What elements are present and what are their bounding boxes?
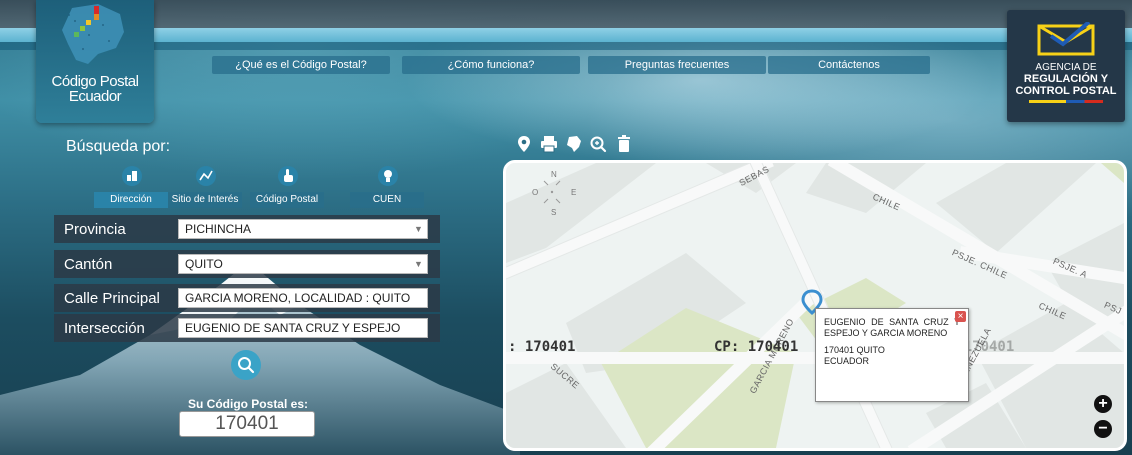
cp-label: : 170401 <box>508 339 576 355</box>
search-icon <box>238 357 255 374</box>
top-stripe <box>0 28 1132 42</box>
interseccion-label: Intersección <box>64 320 145 337</box>
tab-direccion[interactable]: Dirección <box>94 164 168 208</box>
logo-line2: Ecuador <box>68 88 122 105</box>
search-button[interactable] <box>231 350 261 380</box>
region-icon[interactable] <box>564 134 584 154</box>
compass-n: N <box>551 170 557 179</box>
tab-label: Código Postal <box>250 192 324 208</box>
nav-como-funciona[interactable]: ¿Cómo funciona? <box>402 56 580 74</box>
postal-code-result: 170401 <box>179 411 315 437</box>
hand-pointer-icon <box>278 166 298 186</box>
logo-line1: Código Postal <box>51 73 139 90</box>
zoom-search-icon[interactable] <box>588 134 608 154</box>
agency-line3: CONTROL POSTAL <box>1015 85 1117 97</box>
field-provincia: Provincia PICHINCHA ▼ <box>54 215 440 243</box>
field-canton: Cantón QUITO ▼ <box>54 250 440 278</box>
tab-label: Dirección <box>94 192 168 208</box>
tab-codigo-postal[interactable]: Código Postal <box>250 164 324 208</box>
tab-sitio-interes[interactable]: Sitio de Interés <box>168 164 242 208</box>
top-bar <box>0 0 1132 28</box>
popup-country: ECUADOR <box>824 356 870 366</box>
popup-address: EUGENIO DE SANTA CRUZ Y ESPEJO Y GARCIA … <box>824 317 960 338</box>
compass-e: E <box>571 188 576 197</box>
map-base <box>506 163 1124 448</box>
interseccion-input[interactable]: EUGENIO DE SANTA CRUZ Y ESPEJO <box>178 318 428 338</box>
calle-principal-label: Calle Principal <box>64 290 160 307</box>
compass-icon[interactable]: N S E O <box>528 165 578 217</box>
provincia-label: Provincia <box>64 221 126 238</box>
compass-o: O <box>532 188 538 197</box>
canton-label: Cantón <box>64 256 113 273</box>
building-icon <box>122 166 142 186</box>
nav-que-es[interactable]: ¿Qué es el Código Postal? <box>212 56 390 74</box>
canton-select[interactable]: QUITO <box>178 254 428 274</box>
address-popup: × EUGENIO DE SANTA CRUZ Y ESPEJO Y GARCI… <box>815 308 969 402</box>
nav-contactenos[interactable]: Contáctenos <box>768 56 930 74</box>
lightbulb-icon <box>378 166 398 186</box>
envelope-check-icon <box>1037 22 1095 56</box>
tab-label: CUEN <box>350 192 424 208</box>
agency-logo[interactable]: AGENCIA DE REGULACIÓN Y CONTROL POSTAL <box>1007 10 1125 122</box>
compass-s: S <box>551 208 556 217</box>
zoom-out-button[interactable]: − <box>1094 420 1112 438</box>
field-calle-principal: Calle Principal GARCIA MORENO, LOCALIDAD… <box>54 284 440 312</box>
popup-postal-city: 170401 QUITO <box>824 345 885 355</box>
calle-principal-input[interactable]: GARCIA MORENO, LOCALIDAD : QUITO <box>178 288 428 308</box>
route-icon <box>196 166 216 186</box>
close-icon[interactable]: × <box>955 311 966 322</box>
trash-icon[interactable] <box>614 134 634 154</box>
zoom-in-button[interactable]: + <box>1094 395 1112 413</box>
print-icon[interactable] <box>539 134 559 154</box>
result-label: Su Código Postal es: <box>187 397 308 411</box>
agency-line1: AGENCIA DE <box>1035 62 1097 73</box>
agency-line2: REGULACIÓN Y <box>1023 73 1109 85</box>
ecuador-map-icon <box>62 4 124 64</box>
logo-text: Código Postal Ecuador <box>36 74 154 104</box>
provincia-select[interactable]: PICHINCHA <box>178 219 428 239</box>
flag-stripe <box>1029 100 1103 103</box>
search-title: Búsqueda por: <box>66 138 171 155</box>
nav-preguntas[interactable]: Preguntas frecuentes <box>588 56 766 74</box>
top-stripe-shadow <box>0 42 1132 50</box>
marker-icon[interactable] <box>514 134 534 154</box>
chevron-down-icon[interactable]: ▼ <box>414 224 423 234</box>
site-logo[interactable]: Código Postal Ecuador <box>36 0 154 123</box>
tab-label: Sitio de Interés <box>168 192 242 208</box>
cp-label: CP: 170401 <box>714 339 799 355</box>
map-view[interactable]: N S E O SEBAS CHILE PSJE. CHILE PSJE. A … <box>503 160 1127 451</box>
tab-cuen[interactable]: CUEN <box>350 164 424 208</box>
field-interseccion: Intersección EUGENIO DE SANTA CRUZ Y ESP… <box>54 314 440 342</box>
chevron-down-icon[interactable]: ▼ <box>414 259 423 269</box>
